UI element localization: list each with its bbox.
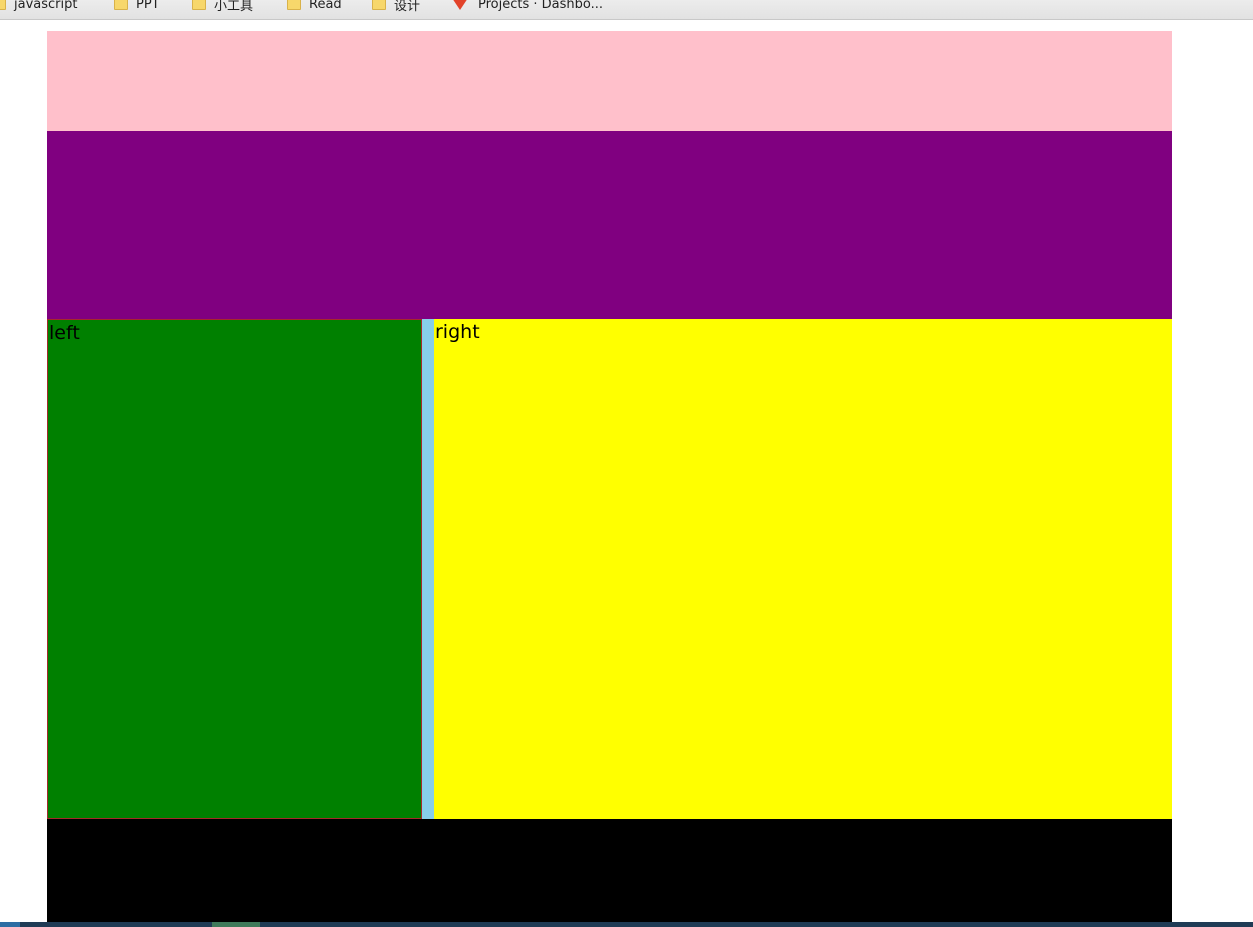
header-block bbox=[47, 31, 1172, 131]
taskbar-app-item[interactable] bbox=[212, 922, 260, 927]
taskbar bbox=[0, 922, 1253, 927]
folder-icon bbox=[372, 0, 386, 10]
gitlab-icon bbox=[452, 0, 468, 10]
bookmark-design[interactable]: 设计 bbox=[372, 0, 420, 14]
start-button[interactable] bbox=[0, 922, 20, 927]
folder-icon bbox=[287, 0, 301, 10]
bookmark-javascript[interactable]: javascript bbox=[0, 0, 77, 14]
folder-icon bbox=[0, 0, 6, 10]
folder-icon bbox=[192, 0, 206, 10]
bookmark-label: PPT bbox=[136, 0, 160, 12]
folder-icon bbox=[114, 0, 128, 10]
main-block: left right bbox=[47, 319, 1172, 819]
bookmark-label: Read bbox=[309, 0, 342, 12]
bookmark-label: 设计 bbox=[394, 0, 421, 14]
bookmark-label: javascript bbox=[14, 0, 78, 12]
bookmarks-bar: javascript PPT 小工具 Read 设计 Projects · Da… bbox=[0, 0, 1253, 20]
right-pane: right bbox=[434, 319, 1172, 819]
pane-divider bbox=[422, 319, 434, 819]
footer-block bbox=[47, 819, 1172, 922]
bookmark-label: Projects · Dashbo... bbox=[478, 0, 604, 12]
page-container: left right bbox=[47, 31, 1172, 922]
right-pane-label: right bbox=[435, 321, 480, 343]
left-pane-label: left bbox=[49, 322, 80, 344]
bookmark-label: 小工具 bbox=[214, 0, 254, 14]
left-pane: left bbox=[47, 319, 422, 819]
nav-block bbox=[47, 131, 1172, 319]
bookmark-read[interactable]: Read bbox=[287, 0, 342, 14]
bookmark-projects-dashboard[interactable]: Projects · Dashbo... bbox=[452, 0, 603, 14]
bookmark-ppt[interactable]: PPT bbox=[114, 0, 160, 14]
bookmark-tools[interactable]: 小工具 bbox=[192, 0, 253, 14]
